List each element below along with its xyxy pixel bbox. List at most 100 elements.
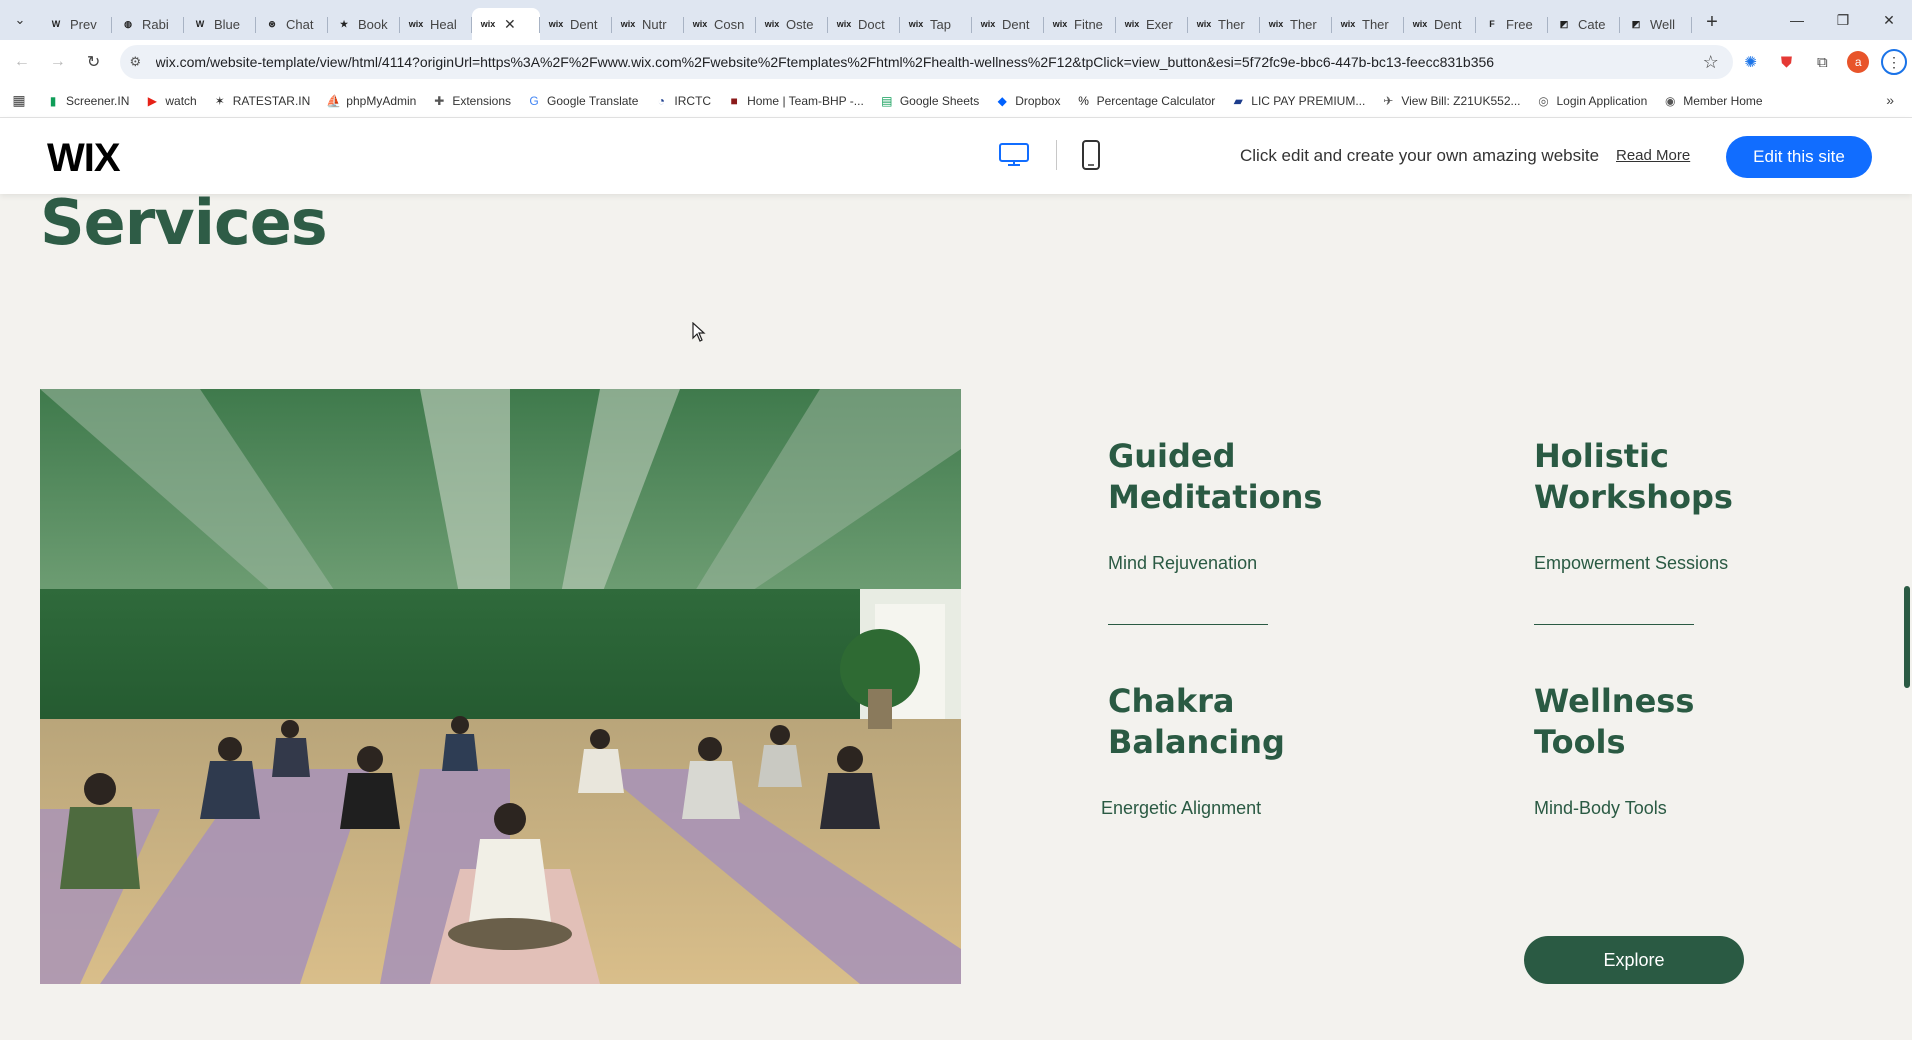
bookmark-item[interactable]: ◉ Member Home bbox=[1655, 87, 1770, 115]
browser-tab[interactable]: wix Ther bbox=[1188, 8, 1260, 40]
bookmark-label: IRCTC bbox=[674, 93, 712, 108]
tab-favicon-icon: W bbox=[51, 19, 61, 29]
profile-avatar[interactable]: a bbox=[1840, 44, 1876, 80]
shield-extension-icon[interactable]: ⛊ bbox=[1769, 44, 1805, 80]
browser-tab[interactable]: wix Exer bbox=[1116, 8, 1188, 40]
site-info-icon[interactable]: ⚙ bbox=[130, 54, 150, 70]
read-more-link[interactable]: Read More bbox=[1616, 147, 1690, 164]
scrollbar-thumb[interactable] bbox=[1904, 586, 1910, 688]
omnibox[interactable]: ⚙ wix.com/website-template/view/html/411… bbox=[119, 45, 1733, 79]
bookmark-item[interactable]: ✶ RATESTAR.IN bbox=[205, 87, 319, 115]
bookmark-item[interactable]: ✚ Extensions bbox=[424, 87, 519, 115]
browser-tab[interactable]: wix Doct bbox=[828, 8, 900, 40]
puzzle-icon: ✚ bbox=[434, 93, 445, 108]
bookmark-item[interactable]: ▰ LIC PAY PREMIUM... bbox=[1223, 87, 1373, 115]
tab-title: Dent bbox=[1434, 16, 1462, 32]
bookmark-item[interactable]: G Google Translate bbox=[519, 87, 646, 115]
tab-title: Tap bbox=[930, 16, 951, 32]
browser-tab[interactable]: wix Dent bbox=[540, 8, 612, 40]
device-divider bbox=[1056, 140, 1057, 170]
bookmark-label: Percentage Calculator bbox=[1096, 93, 1216, 108]
browser-tab[interactable]: wix Nutr bbox=[612, 8, 684, 40]
chrome-menu[interactable]: ⋮ bbox=[1876, 44, 1912, 80]
bookmark-item[interactable]: ◆ Dropbox bbox=[987, 87, 1068, 115]
tab-favicon-icon: wix bbox=[908, 19, 924, 29]
bookmark-item[interactable]: ⛵ phpMyAdmin bbox=[318, 87, 424, 115]
browser-tab[interactable]: wix Dent bbox=[1404, 8, 1476, 40]
apps-grid-icon[interactable]: ▦ bbox=[0, 92, 38, 109]
forward-icon[interactable]: → bbox=[40, 44, 76, 80]
extension-icon[interactable]: ✺ bbox=[1733, 44, 1769, 80]
tab-title: Ther bbox=[1290, 16, 1317, 32]
bookmark-item[interactable]: ◎ Login Application bbox=[1529, 87, 1656, 115]
tab-favicon-icon: ⊛ bbox=[268, 18, 276, 29]
tab-title: Free bbox=[1506, 16, 1533, 32]
browser-tab[interactable]: ◩ Well bbox=[1620, 8, 1692, 40]
back-icon[interactable]: ← bbox=[4, 44, 40, 80]
minimize-icon[interactable]: — bbox=[1774, 0, 1820, 40]
youtube-icon: ▶ bbox=[147, 93, 157, 108]
restore-icon[interactable]: ❐ bbox=[1820, 0, 1866, 40]
edit-this-site-button[interactable]: Edit this site bbox=[1726, 136, 1872, 178]
tab-favicon-icon: W bbox=[195, 19, 205, 29]
browser-tab[interactable]: wix Cosn bbox=[684, 8, 756, 40]
close-tab-icon[interactable]: ✕ bbox=[504, 16, 516, 33]
bookmark-star-icon[interactable]: ☆ bbox=[1703, 52, 1719, 73]
browser-tab[interactable]: W Prev bbox=[40, 8, 112, 40]
extensions-puzzle-icon[interactable]: ⧉ bbox=[1804, 44, 1840, 80]
service-subtitle-empowerment-sessions: Empowerment Sessions bbox=[1534, 553, 1729, 573]
tab-favicon-icon: ◩ bbox=[1631, 18, 1641, 29]
bookmark-label: Google Translate bbox=[547, 93, 639, 108]
tab-title: Chat bbox=[286, 16, 314, 32]
browser-tab[interactable]: wix Heal bbox=[400, 8, 472, 40]
browser-tab[interactable]: ⊛ Chat bbox=[256, 8, 328, 40]
browser-tab[interactable]: wix Ther bbox=[1332, 8, 1404, 40]
service-divider bbox=[1534, 624, 1694, 625]
mobile-view-icon[interactable] bbox=[1080, 140, 1102, 170]
browser-tab[interactable]: ★ Book bbox=[328, 8, 400, 40]
reload-icon[interactable]: ↻ bbox=[76, 44, 112, 80]
tab-title: Well bbox=[1650, 16, 1676, 32]
browser-tab[interactable]: wix Dent bbox=[972, 8, 1044, 40]
bookmark-item[interactable]: ■ Home | Team-BHP -... bbox=[719, 87, 872, 115]
service-title-line: Tools bbox=[1534, 723, 1626, 761]
globe-icon: ◉ bbox=[1665, 93, 1676, 108]
page-scrollbar[interactable] bbox=[1900, 194, 1912, 1040]
wix-logo[interactable]: WIX bbox=[47, 136, 121, 181]
bookmark-item[interactable]: ✈ View Bill: Z21UK552... bbox=[1373, 87, 1528, 115]
browser-tab[interactable]: wix ✕ bbox=[472, 8, 540, 40]
browser-tab[interactable]: ◍ Rabi bbox=[112, 8, 184, 40]
bookmark-item[interactable]: ▤ Google Sheets bbox=[872, 87, 987, 115]
bookmark-item[interactable]: % Percentage Calculator bbox=[1069, 87, 1224, 115]
bookmark-item[interactable]: ▶ watch bbox=[137, 87, 204, 115]
tab-favicon-icon: ★ bbox=[339, 18, 349, 29]
tab-title: Blue bbox=[214, 16, 241, 32]
window-controls: — ❐ ✕ bbox=[1774, 0, 1912, 40]
tab-favicon-icon: wix bbox=[764, 19, 780, 29]
menu-dots-icon: ⋮ bbox=[1881, 49, 1908, 75]
browser-tab[interactable]: wix Ther bbox=[1260, 8, 1332, 40]
new-tab-button[interactable]: + bbox=[1696, 6, 1728, 38]
tab-favicon-icon: F bbox=[1489, 19, 1495, 29]
tab-favicon-icon: ◩ bbox=[1559, 18, 1569, 29]
browser-tab[interactable]: F Free bbox=[1476, 8, 1548, 40]
service-title-line: Guided bbox=[1108, 437, 1236, 475]
tab-favicon-icon: wix bbox=[408, 19, 424, 29]
browser-tab[interactable]: wix Oste bbox=[756, 8, 828, 40]
browser-tab[interactable]: wix Tap bbox=[900, 8, 972, 40]
bookmark-item[interactable]: ▮ Screener.IN bbox=[38, 87, 137, 115]
tab-strip: ⌄ W Prev ◍ Rabi W Blue ⊛ Chat ★ Book wix Heal wix ✕ wi… bbox=[0, 0, 1912, 40]
close-window-icon[interactable]: ✕ bbox=[1866, 0, 1912, 40]
service-title-line: Wellness bbox=[1534, 682, 1695, 720]
browser-tab[interactable]: wix Fitne bbox=[1044, 8, 1116, 40]
bookmarks-overflow-icon[interactable]: » bbox=[1886, 92, 1894, 108]
url-text[interactable]: wix.com/website-template/view/html/4114?… bbox=[156, 54, 1656, 70]
bill-icon: ✈ bbox=[1383, 93, 1394, 108]
explore-button[interactable]: Explore bbox=[1524, 936, 1744, 984]
desktop-view-icon[interactable] bbox=[998, 142, 1030, 168]
tab-search-icon[interactable]: ⌄ bbox=[0, 0, 40, 40]
bookmark-label: LIC PAY PREMIUM... bbox=[1251, 93, 1366, 108]
browser-tab[interactable]: ◩ Cate bbox=[1548, 8, 1620, 40]
browser-tab[interactable]: W Blue bbox=[184, 8, 256, 40]
bookmark-item[interactable]: ◔ IRCTC bbox=[646, 87, 719, 115]
